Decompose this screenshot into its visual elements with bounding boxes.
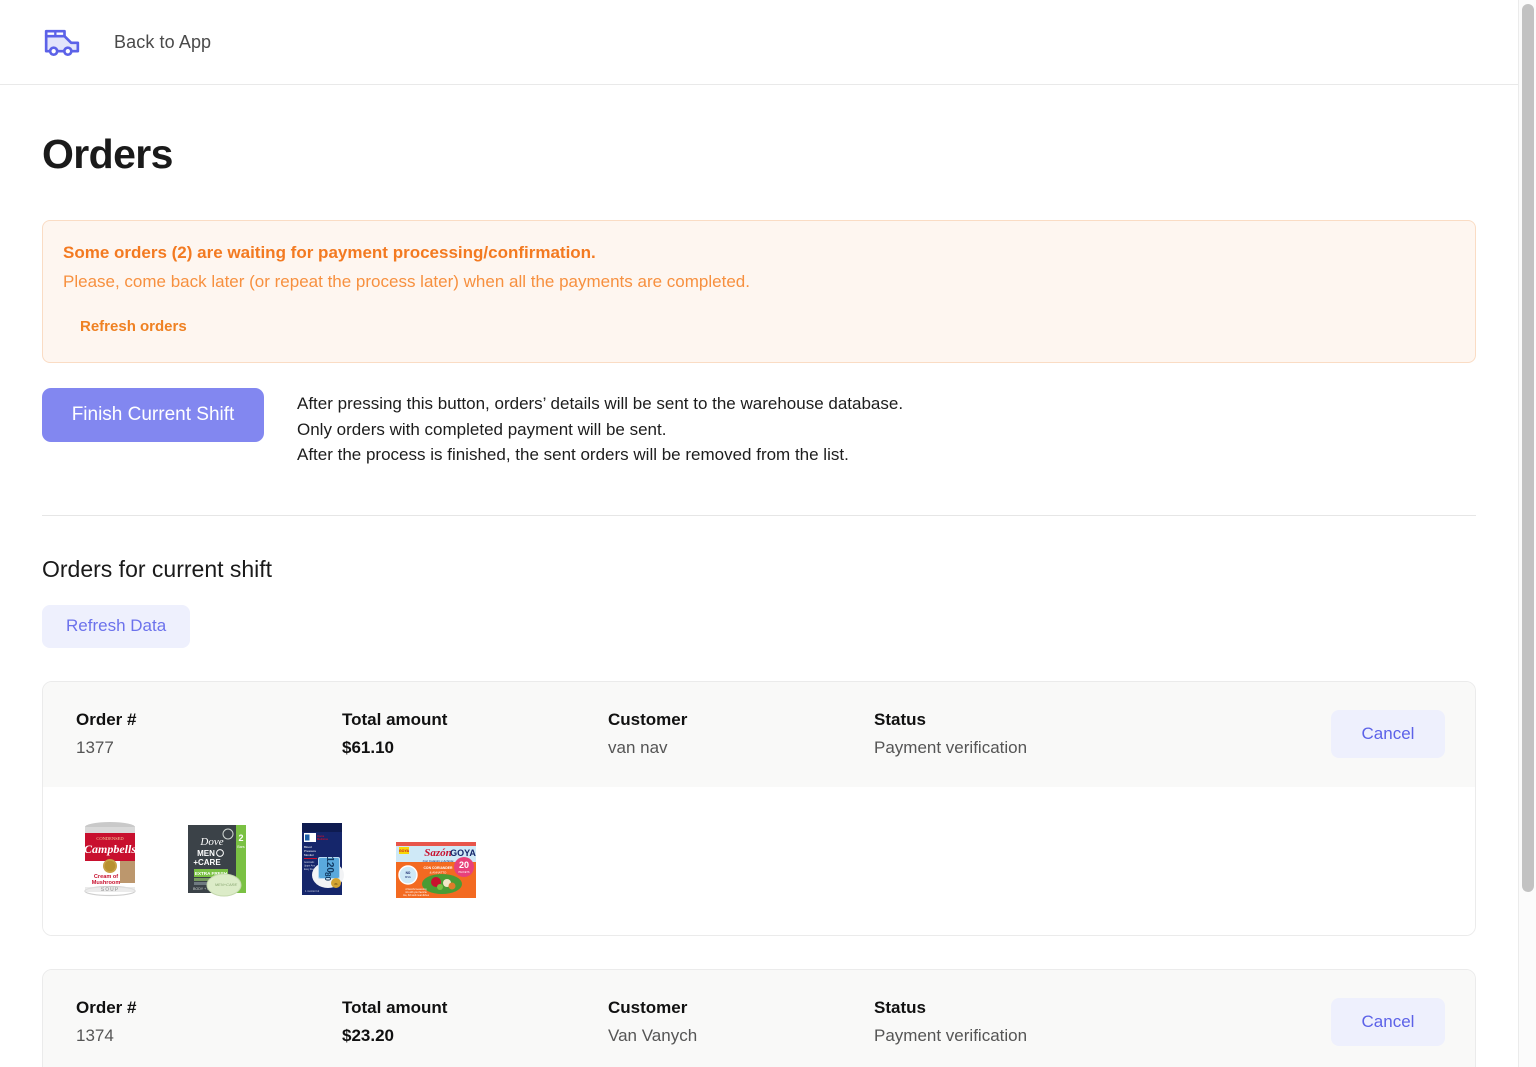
refresh-orders-button[interactable]: Refresh orders (80, 318, 187, 335)
svg-text:Con Culantro y Achiote: Con Culantro y Achiote (423, 859, 454, 863)
order-amount-cell: Total amount $61.10 (342, 710, 608, 758)
cancel-order-button[interactable]: Cancel (1331, 998, 1445, 1046)
page-title: Orders (42, 131, 173, 177)
svg-text:#1: #1 (334, 882, 338, 886)
svg-text:CONDENSED: CONDENSED (96, 836, 124, 841)
status-badge: Payment verification (874, 738, 1028, 757)
svg-text:MSG: MSG (405, 875, 411, 879)
svg-text:MEN+CARE: MEN+CARE (215, 882, 238, 887)
finish-shift-description-line-3: After the process is finished, the sent … (297, 445, 849, 464)
order-amount-cell: Total amount $23.20 (342, 998, 608, 1046)
svg-text:2: 2 (238, 833, 243, 843)
svg-text:NO: NO (406, 871, 411, 875)
alert-title: Some orders (2) are waiting for payment … (63, 243, 596, 262)
column-header-status: Status (874, 998, 926, 1017)
svg-text:MEN: MEN (197, 849, 215, 858)
order-amount-value: $23.20 (342, 1026, 394, 1045)
finish-shift-description-line-1: After pressing this button, orders’ deta… (297, 394, 904, 413)
alert-subtitle: Please, come back later (or repeat the p… (63, 272, 750, 291)
svg-text:Bars: Bars (237, 845, 244, 849)
cancel-button-wrap: Cancel (1331, 710, 1445, 758)
cancel-button-wrap: Cancel (1331, 998, 1445, 1046)
section-divider (42, 514, 1476, 516)
orders-section-title: Orders for current shift (42, 555, 273, 582)
campbells-cream-of-mushroom-soup-thumbnail[interactable]: CONDENSED Campbells Cream of Mushroom SO… (76, 817, 144, 901)
main-content: Orders Some orders (2) are waiting for p… (0, 131, 1518, 1067)
order-amount-value: $61.10 (342, 738, 394, 757)
svg-text:20: 20 (459, 860, 469, 870)
svg-text:CON CORIANDER: CON CORIANDER (423, 866, 453, 870)
sazon-goya-seasoning-box-thumbnail[interactable]: GOYA Sazón GOYA Con Culantro y Achiote C… (394, 839, 478, 901)
order-customer-value: van nav (608, 738, 668, 757)
cancel-order-button[interactable]: Cancel (1331, 710, 1445, 758)
refresh-data-button[interactable]: Refresh Data (42, 604, 191, 648)
vertical-scrollbar[interactable] (1518, 0, 1536, 1067)
svg-text:PACKETS: PACKETS (459, 871, 470, 874)
svg-text:Sazón: Sazón (424, 847, 452, 859)
svg-text:Monitor: Monitor (304, 853, 314, 857)
finish-current-shift-button[interactable]: Finish Current Shift (42, 388, 264, 442)
svg-text:mix with your favorite: mix with your favorite (405, 891, 427, 894)
order-header-row: Order # 1374 Total amount $23.20 Custome… (43, 969, 1475, 1067)
svg-text:Campbells: Campbells (84, 842, 136, 856)
page-viewport: Back to App Orders Some orders (2) are w… (0, 0, 1518, 1067)
svg-text:& ANNATTO: & ANNATTO (430, 870, 447, 874)
column-header-status: Status (874, 710, 926, 729)
svg-text:120: 120 (324, 856, 335, 873)
column-header-amount: Total amount (342, 710, 448, 729)
status-badge: Payment verification (874, 1026, 1028, 1045)
order-number-cell: Order # 1377 (76, 710, 342, 758)
order-number-value: 1377 (76, 738, 114, 757)
order-customer-value: Van Vanych (608, 1026, 698, 1045)
pending-payments-alert: Some orders (2) are waiting for payment … (42, 220, 1476, 363)
svg-text:80: 80 (323, 872, 332, 881)
blood-pressure-monitor-box-thumbnail[interactable]: Home Medicine Blood Pressure Monitor Aut… (288, 817, 356, 901)
column-header-order: Order # (76, 710, 137, 729)
order-number-cell: Order # 1374 (76, 998, 342, 1046)
order-number-value: 1374 (76, 1026, 114, 1045)
van-icon[interactable] (42, 22, 82, 62)
scrollbar-thumb[interactable] (1522, 4, 1534, 892)
order-status-cell: Status Payment verification (874, 998, 1274, 1046)
svg-text:A flavorful seasoning: A flavorful seasoning (405, 888, 427, 891)
finish-shift-row: Finish Current Shift After pressing this… (42, 388, 1476, 468)
order-customer-cell: Customer Van Vanych (608, 998, 874, 1046)
svg-text:1 monitor kit: 1 monitor kit (305, 889, 319, 893)
dove-men-care-extra-fresh-bar-thumbnail[interactable]: 2 Bars Dove MEN +CARE EXTRA FRESH BODY +… (182, 817, 250, 901)
svg-text:Dove: Dove (199, 836, 223, 848)
column-header-order: Order # (76, 998, 137, 1017)
svg-text:Mushroom: Mushroom (92, 880, 121, 886)
finish-shift-description-line-2: Only orders with completed payment will … (297, 419, 667, 439)
order-status-cell: Status Payment verification (874, 710, 1274, 758)
order-card: Order # 1377 Total amount $61.10 Custome… (42, 680, 1476, 936)
svg-text:GOYA: GOYA (399, 849, 410, 853)
svg-text:+CARE: +CARE (193, 858, 221, 867)
finish-shift-description: After pressing this button, orders’ deta… (297, 388, 903, 468)
svg-text:Upper Arm: Upper Arm (304, 864, 315, 867)
order-customer-cell: Customer van nav (608, 710, 874, 758)
svg-text:rice, fish and meat dishes: rice, fish and meat dishes (403, 894, 430, 897)
svg-text:GOYA: GOYA (450, 848, 476, 858)
svg-text:Automatic: Automatic (304, 861, 315, 864)
svg-text:Medicine: Medicine (317, 837, 329, 841)
order-item-thumbnails: CONDENSED Campbells Cream of Mushroom SO… (43, 786, 1475, 935)
column-header-amount: Total amount (342, 998, 448, 1017)
back-to-app-link[interactable]: Back to App (114, 32, 211, 53)
column-header-customer: Customer (608, 998, 688, 1017)
top-bar: Back to App (0, 0, 1518, 85)
order-card: Order # 1374 Total amount $23.20 Custome… (42, 968, 1476, 1067)
column-header-customer: Customer (608, 710, 688, 729)
order-header-row: Order # 1377 Total amount $61.10 Custome… (43, 681, 1475, 787)
